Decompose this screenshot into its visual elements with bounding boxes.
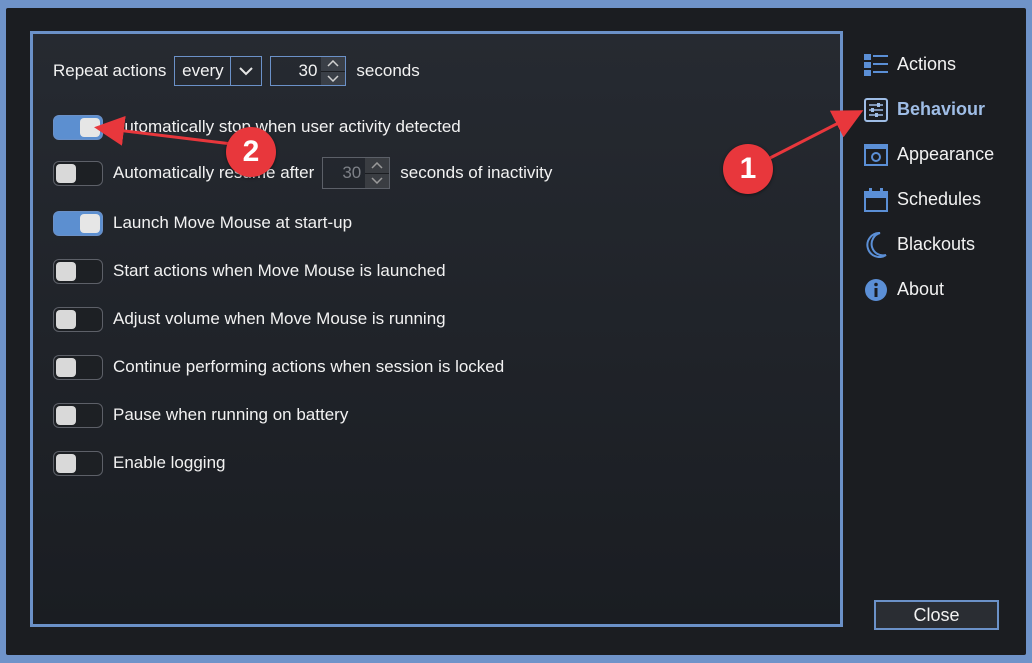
option-start-on-launch[interactable]: Start actions when Move Mouse is launche… [53,257,446,285]
sidebar-item-about[interactable]: About [863,267,1023,312]
option-continue-locked[interactable]: Continue performing actions when session… [53,353,504,381]
chevron-down-icon[interactable] [230,57,261,85]
start-on-launch-toggle[interactable] [53,258,103,284]
pause-battery-label: Pause when running on battery [113,405,349,424]
repeat-actions-row: Repeat actions every 30 seconds [53,54,420,88]
resume-seconds-value[interactable]: 30 [323,158,365,188]
auto-stop-label: Automatically stop when user activity de… [113,117,461,136]
launch-startup-toggle[interactable] [53,210,103,236]
moon-icon [863,231,889,258]
annotation-badge-2: 2 [226,127,276,177]
enable-logging-label: Enable logging [113,453,226,472]
increment-arrow-icon[interactable] [365,158,390,173]
auto-stop-toggle[interactable] [53,114,103,140]
behaviour-panel: Repeat actions every 30 seconds Automati… [30,31,843,627]
repeat-mode-select[interactable]: every [174,56,263,86]
option-pause-battery[interactable]: Pause when running on battery [53,401,348,429]
list-icon [863,52,889,78]
settings-window: Repeat actions every 30 seconds Automati… [6,8,1026,655]
option-auto-resume[interactable]: Automatically resume after 30 seconds of… [53,157,553,189]
continue-locked-toggle[interactable] [53,354,103,380]
pause-battery-toggle[interactable] [53,402,103,428]
adjust-volume-label: Adjust volume when Move Mouse is running [113,309,446,328]
close-button[interactable]: Close [874,600,999,630]
repeat-mode-value: every [182,61,224,80]
decrement-arrow-icon[interactable] [365,172,390,188]
repeat-interval-stepper[interactable]: 30 [270,56,347,86]
sidebar-item-label: Blackouts [897,234,976,254]
sidebar-item-schedules[interactable]: Schedules [863,177,1023,222]
sidebar-item-label: About [897,279,945,299]
increment-arrow-icon[interactable] [321,57,346,71]
calendar-icon [863,187,889,213]
auto-resume-suffix: seconds of inactivity [400,163,553,182]
launch-startup-label: Launch Move Mouse at start-up [113,213,353,232]
window-icon [863,142,889,168]
info-icon [863,277,889,303]
sidebar-item-label: Behaviour [897,99,986,119]
option-launch-startup[interactable]: Launch Move Mouse at start-up [53,209,352,237]
sidebar-item-label: Schedules [897,189,982,209]
resume-seconds-stepper[interactable]: 30 [322,157,391,189]
sidebar-item-label: Actions [897,54,957,74]
settings-sidebar: Actions Behaviour Appearance Schedules B… [863,42,1023,312]
repeat-interval-value[interactable]: 30 [271,57,321,85]
sidebar-item-behaviour[interactable]: Behaviour [863,87,1023,132]
option-enable-logging[interactable]: Enable logging [53,449,225,477]
repeat-actions-label: Repeat actions [53,61,167,80]
sidebar-item-actions[interactable]: Actions [863,42,1023,87]
annotation-badge-1: 1 [723,144,773,194]
option-adjust-volume[interactable]: Adjust volume when Move Mouse is running [53,305,446,333]
start-on-launch-label: Start actions when Move Mouse is launche… [113,261,446,280]
auto-resume-label: Automatically resume after [113,163,315,182]
auto-resume-toggle[interactable] [53,160,103,186]
decrement-arrow-icon[interactable] [321,70,346,85]
sidebar-item-blackouts[interactable]: Blackouts [863,222,1023,267]
sliders-icon [863,97,889,123]
sidebar-item-label: Appearance [897,144,995,164]
sidebar-item-appearance[interactable]: Appearance [863,132,1023,177]
continue-locked-label: Continue performing actions when session… [113,357,505,376]
enable-logging-toggle[interactable] [53,450,103,476]
repeat-unit-label: seconds [356,61,420,80]
adjust-volume-toggle[interactable] [53,306,103,332]
